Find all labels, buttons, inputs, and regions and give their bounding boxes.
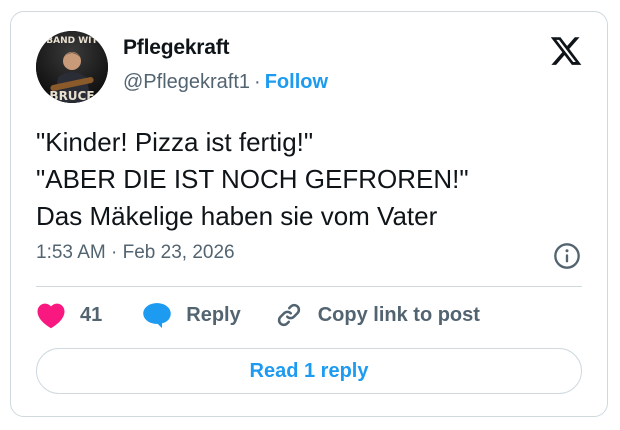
handle-separator: · (254, 71, 261, 93)
post-text-line: Das Mäkelige haben sie vom Vater (36, 201, 438, 231)
reply-label: Reply (186, 303, 241, 326)
x-logo-icon[interactable] (549, 34, 583, 68)
author-handle[interactable]: @Pflegekraft1 (123, 71, 250, 93)
copy-link-label: Copy link to post (317, 303, 480, 326)
author-name[interactable]: Pflegekraft (123, 36, 230, 60)
post-card: BAND WIT BRUCE Pflegekraft @Pflegekraft1… (10, 11, 608, 417)
read-replies-label: Read 1 reply (249, 359, 369, 382)
post-date: Feb 23, 2026 (122, 242, 235, 263)
avatar-text-top: BAND WIT (46, 36, 98, 46)
link-icon (277, 303, 300, 327)
like-button[interactable]: 41 (36, 301, 102, 329)
heart-icon (37, 303, 65, 329)
avatar-image: BAND WIT BRUCE (36, 31, 108, 103)
copy-link-button[interactable]: Copy link to post (274, 301, 480, 329)
timestamp-separator: · (111, 242, 118, 263)
speech-bubble-icon (143, 303, 171, 329)
action-bar: 41 Reply Copy link to post (36, 298, 480, 332)
post-text-line: "Kinder! Pizza ist fertig!" (36, 127, 314, 157)
info-icon[interactable] (553, 242, 581, 270)
post-time: 1:53 AM (36, 242, 106, 263)
follow-button[interactable]: Follow (265, 71, 328, 93)
post-text-line: "ABER DIE IST NOCH GEFROREN!" (36, 164, 469, 194)
author-handle-row: @Pflegekraft1 · Follow (123, 71, 328, 94)
like-count: 41 (80, 303, 103, 326)
post-timestamp[interactable]: 1:53 AM · Feb 23, 2026 (36, 242, 235, 264)
avatar[interactable]: BAND WIT BRUCE (36, 31, 108, 103)
read-replies-button[interactable]: Read 1 reply (36, 348, 582, 394)
divider (36, 286, 582, 287)
avatar-text-bottom: BRUCE (49, 89, 94, 103)
post-text: "Kinder! Pizza ist fertig!" "ABER DIE IS… (36, 124, 469, 235)
reply-button[interactable]: Reply (142, 301, 241, 329)
